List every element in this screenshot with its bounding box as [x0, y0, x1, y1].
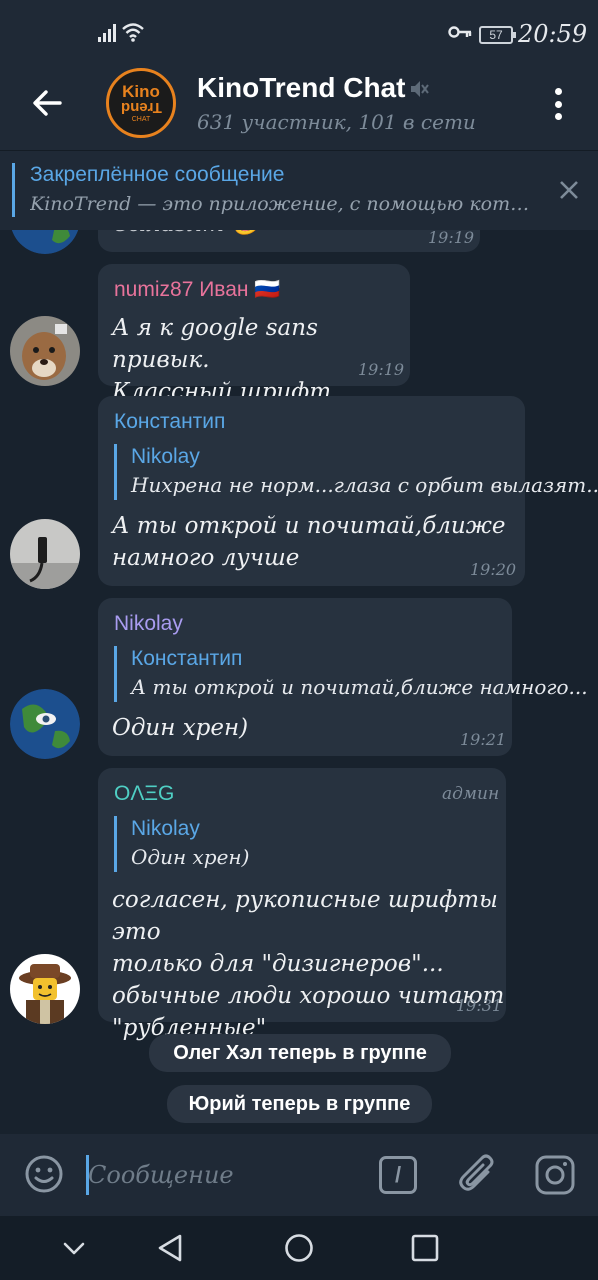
dot-icon [554, 113, 562, 120]
battery-icon: 57 [479, 26, 516, 44]
nav-home-icon[interactable] [283, 1232, 315, 1264]
message-bubble[interactable]: OΛΞG админ Nikolay Один хрен) согласен, … [98, 768, 506, 1041]
message-line: только для "дизигнеров"... [112, 951, 444, 977]
chat-member-count: 631 участник, 101 в сети [197, 110, 476, 134]
pinned-text: KinoTrend — это приложение, с помощью ко… [30, 193, 535, 215]
message-composer: / [0, 1134, 598, 1216]
signal-icon [98, 24, 116, 42]
device-avatar-icon [10, 519, 80, 589]
avatar-logo-text-top: Kino [122, 81, 160, 101]
avatar[interactable] [10, 519, 80, 589]
message-line: обычные люди хорошо читают [112, 983, 505, 1009]
pinned-close-button[interactable] [552, 173, 586, 207]
lego-figure-avatar-icon [10, 954, 80, 1024]
chat-title[interactable]: KinoTrend Chat [197, 72, 405, 104]
arrow-left-icon [33, 90, 62, 116]
nav-recent-icon[interactable] [410, 1233, 440, 1263]
message-time: 19:19 [358, 360, 405, 379]
service-message: Олег Хэл теперь в группе [149, 1034, 451, 1072]
sender-name[interactable]: numiz87 Иван 🇷🇺 [114, 278, 280, 302]
message-bubble[interactable]: вылазят 😅 19:19 [98, 230, 480, 252]
message-line: Один хрен) [112, 715, 249, 741]
message-text: вылазят 😅 [114, 230, 260, 240]
sender-name[interactable]: Nikolay [114, 612, 183, 636]
dog-avatar-icon [10, 316, 80, 386]
dot-icon [554, 100, 562, 108]
reply-text: Нихрена не норм...глаза с орбит вылазят.… [131, 473, 598, 497]
service-message: Юрий теперь в группе [167, 1085, 432, 1123]
key-icon [448, 26, 472, 38]
pinned-accent-line [12, 163, 15, 217]
message-line: намного лучше [112, 545, 300, 571]
message-bubble[interactable]: Nikolay Константип А ты открой и почитай… [98, 598, 588, 756]
message-line: А ты открой и почитай,ближе [112, 513, 506, 539]
message-input[interactable] [88, 1156, 358, 1194]
avatar[interactable] [10, 689, 80, 759]
sender-name[interactable]: Константип [114, 410, 225, 434]
message-line: согласен, рукописные шрифты это [112, 887, 498, 945]
message-list[interactable]: вылазят 😅 19:19 numiz87 Иван 🇷🇺 А я к go… [0, 230, 598, 1134]
message-bubble[interactable]: numiz87 Иван 🇷🇺 А я к google sans привык… [98, 264, 410, 405]
chat-avatar[interactable]: Kino Trend CHAT [106, 68, 176, 138]
reply-sender: Константип [131, 647, 243, 670]
admin-badge: админ [442, 784, 500, 804]
close-icon [560, 181, 578, 199]
message-time: 19:19 [428, 230, 475, 247]
avatar-logo-text-bottom: Trend [120, 98, 162, 116]
reply-quote[interactable]: Nikolay Нихрена не норм...глаза с орбит … [114, 444, 598, 500]
pinned-title: Закреплённое сообщение [30, 163, 285, 186]
chevron-down-icon[interactable] [60, 1234, 88, 1262]
avatar[interactable] [10, 954, 80, 1024]
emoji-icon[interactable] [24, 1154, 64, 1194]
reply-sender: Nikolay [131, 817, 200, 840]
wifi-icon [122, 23, 144, 42]
reply-quote[interactable]: Nikolay Один хрен) [114, 816, 490, 872]
message-bubble[interactable]: Константип Nikolay Нихрена не норм...гла… [98, 396, 598, 586]
attach-icon[interactable] [458, 1152, 498, 1196]
more-menu-button[interactable] [544, 84, 572, 124]
dot-icon [554, 88, 562, 95]
message-text: А ты открой и почитай,ближе намного лучш… [112, 510, 505, 574]
reply-text: А ты открой и почитай,ближе намного... [131, 675, 588, 699]
message-time: 19:21 [460, 730, 507, 749]
mute-icon [411, 81, 429, 97]
avatar[interactable] [10, 316, 80, 386]
globe-avatar-icon [11, 230, 79, 254]
clock: 20:59 [518, 20, 588, 48]
chat-header: Kino Trend CHAT KinoTrend Chat 631 участ… [0, 56, 598, 150]
status-bar: 57 20:59 [0, 0, 598, 56]
system-nav-bar [0, 1216, 598, 1280]
avatar[interactable] [10, 230, 80, 254]
back-button[interactable] [22, 78, 72, 128]
globe-avatar-icon [10, 689, 80, 759]
message-time: 19:20 [470, 560, 517, 579]
message-time: 19:31 [456, 996, 503, 1015]
nav-back-icon[interactable] [154, 1232, 186, 1264]
bot-commands-button[interactable]: / [379, 1156, 417, 1194]
message-text: Один хрен) [112, 712, 248, 744]
pinned-message-bar[interactable]: Закреплённое сообщение KinoTrend — это п… [0, 150, 598, 230]
camera-icon[interactable] [534, 1154, 576, 1196]
sender-name[interactable]: OΛΞG [114, 782, 174, 806]
reply-text: Один хрен) [131, 845, 250, 869]
reply-quote[interactable]: Константип А ты открой и почитай,ближе н… [114, 646, 588, 702]
reply-sender: Nikolay [131, 445, 200, 468]
message-text: согласен, рукописные шрифты это только д… [112, 884, 506, 1044]
